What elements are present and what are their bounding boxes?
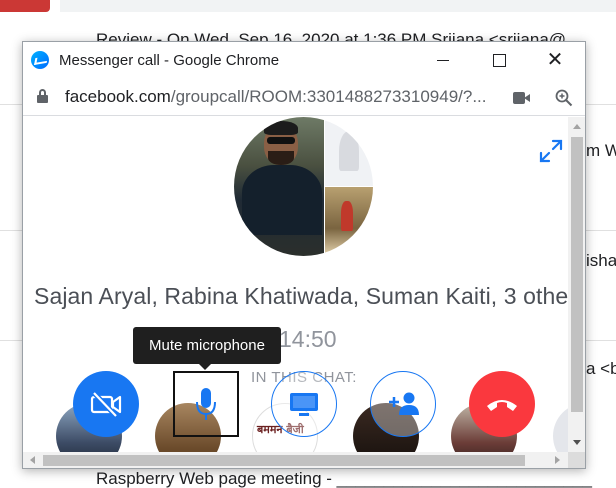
window-title: Messenger call - Google Chrome (59, 51, 280, 69)
minimize-button[interactable] (417, 42, 469, 78)
zoom-icon[interactable] (555, 89, 573, 107)
scroll-left-arrow[interactable] (30, 456, 35, 464)
end-call-button[interactable] (469, 371, 535, 437)
maximize-button[interactable] (473, 42, 525, 78)
mute-microphone-tooltip: Mute microphone (133, 327, 281, 370)
video-off-icon (90, 391, 122, 418)
messenger-icon (31, 51, 49, 69)
background-email-row[interactable]: Raspberry Web page meeting - ___________… (96, 469, 592, 488)
maximize-icon (492, 53, 506, 67)
background-email-snippet[interactable]: isha (586, 251, 616, 271)
vertical-scrollbar[interactable] (568, 117, 585, 452)
end-call-icon (487, 400, 517, 411)
camera-icon[interactable] (513, 92, 531, 104)
screen-share-icon (290, 393, 318, 416)
lock-icon[interactable] (37, 88, 48, 103)
chrome-popup-window: Messenger call - Google Chrome ✕ faceboo… (22, 41, 586, 469)
add-person-icon (389, 392, 419, 415)
call-timer: 14:50 (279, 326, 337, 352)
participant-avatar[interactable] (553, 403, 568, 452)
scroll-down-arrow[interactable] (573, 440, 581, 445)
background-top-bar (60, 0, 616, 12)
avatar (325, 117, 373, 186)
microphone-icon (196, 388, 216, 420)
participant-names: Sajan Aryal, Rabina Khatiwada, Suman Kai… (34, 283, 568, 309)
scrollbar-thumb[interactable] (571, 137, 583, 412)
scroll-up-arrow[interactable] (573, 124, 581, 129)
close-button[interactable]: ✕ (529, 42, 581, 78)
background-email-snippet[interactable]: a <b (586, 359, 616, 379)
background-red-tab (0, 0, 50, 12)
address-bar[interactable]: facebook.com/groupcall/ROOM:330148827331… (23, 78, 585, 116)
background-email-snippet[interactable]: m W (586, 141, 616, 161)
mute-microphone-button[interactable] (173, 371, 239, 437)
video-toggle-button[interactable] (73, 371, 139, 437)
add-person-button[interactable] (370, 371, 436, 437)
group-avatar (234, 117, 373, 256)
horizontal-scrollbar[interactable] (23, 452, 568, 468)
scroll-right-arrow[interactable] (555, 456, 560, 464)
expand-icon[interactable] (537, 137, 565, 165)
avatar (234, 117, 324, 256)
title-bar[interactable]: Messenger call - Google Chrome ✕ (23, 42, 585, 78)
close-icon: ✕ (546, 49, 564, 71)
avatar (325, 187, 373, 256)
screen-share-button[interactable] (271, 371, 337, 437)
call-content: Sajan Aryal, Rabina Khatiwada, Suman Kai… (23, 117, 568, 452)
scrollbar-thumb[interactable] (43, 455, 525, 466)
url-text[interactable]: facebook.com/groupcall/ROOM:330148827331… (65, 87, 487, 107)
minimize-icon (437, 59, 449, 61)
scrollbar-corner (568, 452, 585, 468)
